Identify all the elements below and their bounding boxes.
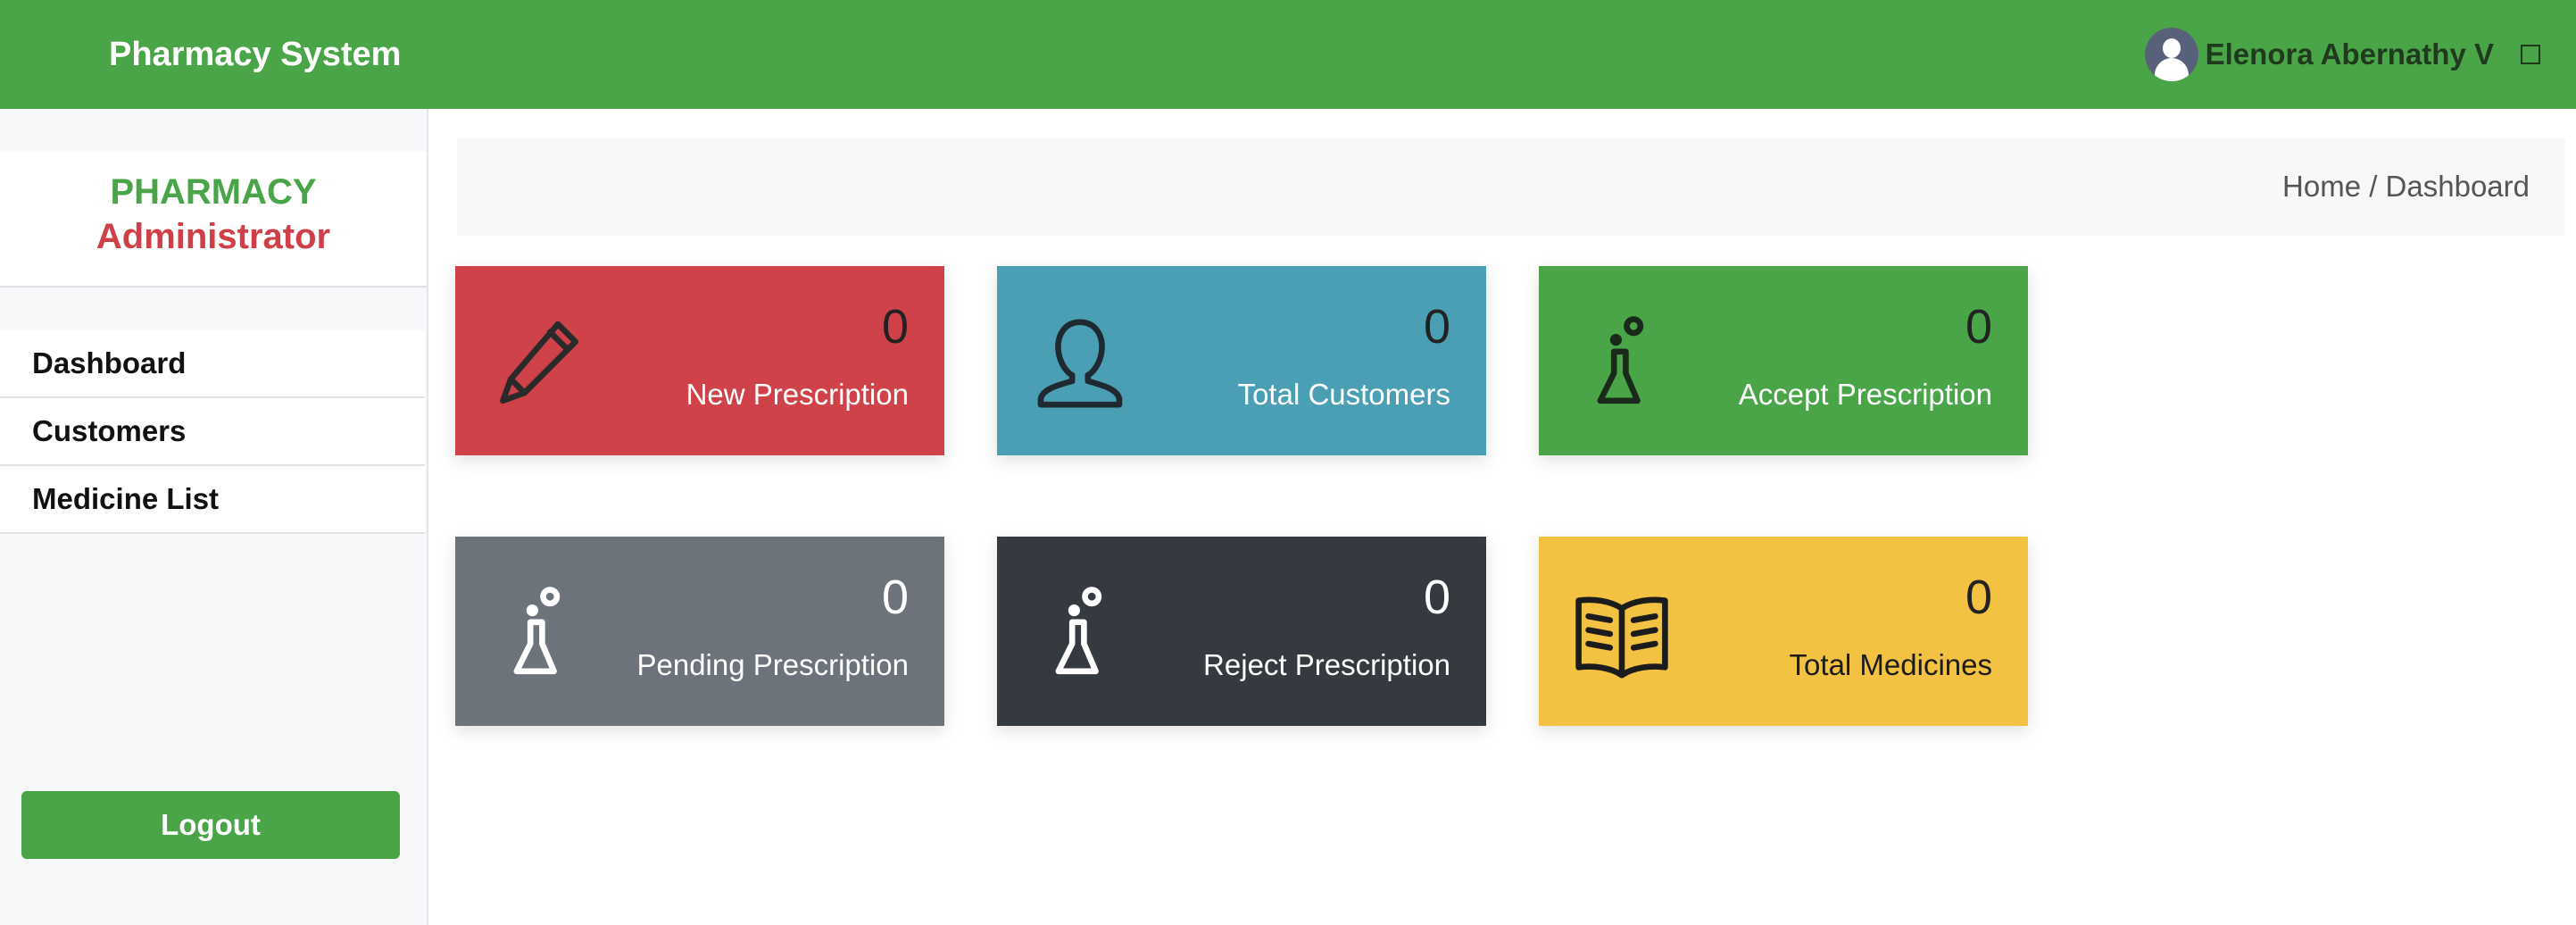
card-label: Total Medicines [1789, 648, 1992, 681]
card-value: 0 [1965, 300, 1992, 354]
card-label: Reject Prescription [1203, 648, 1450, 681]
sidebar-item-dashboard[interactable]: Dashboard [0, 330, 425, 398]
sidebar-nav: Dashboard Customers Medicine List [0, 330, 425, 534]
card-accept-prescription[interactable]: 0 Accept Prescription [1539, 266, 2028, 455]
sidebar-subtitle: Administrator [96, 217, 331, 256]
card-label: New Prescription [686, 378, 909, 411]
card-total-customers[interactable]: 0 Total Customers [997, 266, 1486, 455]
card-label: Total Customers [1237, 378, 1450, 411]
user-menu[interactable]: Elenora Abernathy V [2144, 0, 2540, 109]
card-new-prescription[interactable]: 0 New Prescription [455, 266, 944, 455]
book-icon [1575, 596, 1668, 679]
card-value: 0 [881, 571, 909, 624]
card-label: Accept Prescription [1738, 378, 1992, 411]
sidebar-item-customers[interactable]: Customers [0, 398, 425, 466]
card-value: 0 [1423, 300, 1450, 354]
sidebar-item-medicine-list[interactable]: Medicine List [0, 466, 425, 534]
card-reject-prescription[interactable]: 0 Reject Prescription [997, 537, 1486, 726]
card-pending-prescription[interactable]: 0 Pending Prescription [455, 537, 944, 726]
card-value: 0 [881, 300, 909, 354]
card-label: Pending Prescription [636, 648, 909, 681]
sidebar-title: PHARMACY [110, 172, 317, 212]
top-navbar: Pharmacy System Elenora Abernathy V [0, 0, 2576, 109]
sidebar: PHARMACY Administrator Dashboard Custome… [0, 109, 428, 925]
flask-icon [513, 587, 561, 675]
user-name[interactable]: Elenora Abernathy V [2206, 38, 2494, 71]
card-value: 0 [1965, 571, 1992, 624]
breadcrumb[interactable]: Home / Dashboard [2282, 138, 2530, 236]
avatar-icon[interactable] [2144, 28, 2198, 81]
app-brand[interactable]: Pharmacy System [109, 0, 401, 109]
dropdown-toggle-icon[interactable] [2521, 45, 2540, 64]
pencil-icon [500, 321, 579, 404]
logout-button[interactable]: Logout [21, 791, 400, 859]
card-value: 0 [1423, 571, 1450, 624]
sidebar-header: PHARMACY Administrator [0, 152, 427, 288]
flask-icon [1597, 316, 1644, 404]
card-total-medicines[interactable]: 0 Total Medicines [1539, 537, 2028, 726]
flask-icon [1055, 587, 1102, 675]
breadcrumb-bar: Home / Dashboard [457, 138, 2565, 236]
user-icon [1037, 319, 1123, 408]
